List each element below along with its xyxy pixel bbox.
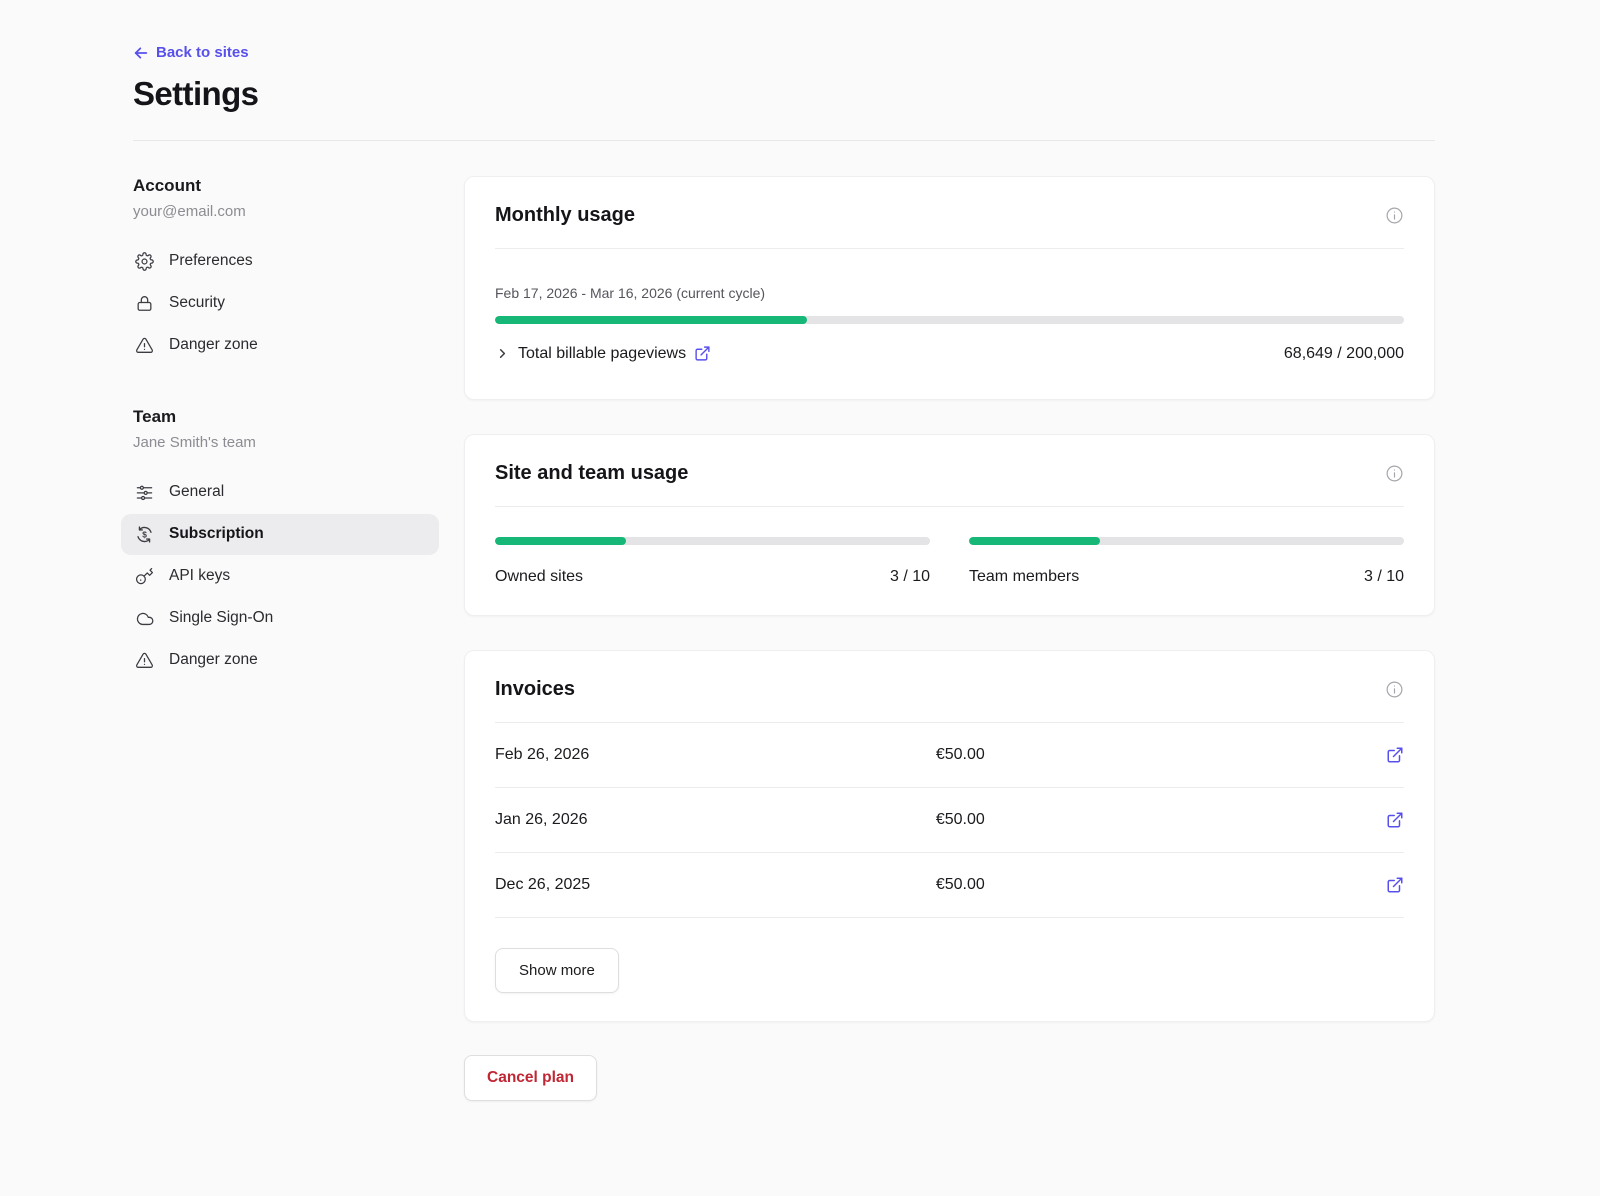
sidebar-item-label: Security xyxy=(169,294,225,312)
info-icon[interactable] xyxy=(1385,206,1404,225)
sliders-icon xyxy=(135,483,154,502)
pageviews-usage-value: 68,649 / 200,000 xyxy=(1284,345,1404,363)
show-more-button[interactable]: Show more xyxy=(495,948,619,993)
team-members-meter: Team members 3 / 10 xyxy=(969,537,1404,586)
invoice-row: Dec 26, 2025 €50.00 xyxy=(495,853,1404,918)
sidebar-item-preferences[interactable]: Preferences xyxy=(121,241,439,282)
team-section-heading: Team xyxy=(133,407,439,427)
lock-icon xyxy=(135,294,154,313)
team-members-progress-fill xyxy=(969,537,1100,545)
monthly-usage-title: Monthly usage xyxy=(495,204,635,227)
invoices-title: Invoices xyxy=(495,678,575,701)
sidebar-section-account: Account your@email.com Preferences Secur… xyxy=(133,176,439,366)
settings-page: Back to sites Settings Account your@emai… xyxy=(133,0,1435,1161)
invoice-date: Jan 26, 2026 xyxy=(495,808,936,832)
site-team-usage-title: Site and team usage xyxy=(495,462,688,485)
owned-sites-label: Owned sites xyxy=(495,568,583,586)
invoice-date: Dec 26, 2025 xyxy=(495,873,936,897)
page-title: Settings xyxy=(133,75,1435,113)
sidebar-item-account-danger-zone[interactable]: Danger zone xyxy=(121,325,439,366)
team-name: Jane Smith's team xyxy=(133,434,439,451)
sidebar-item-single-sign-on[interactable]: Single Sign-On xyxy=(121,598,439,639)
sidebar-section-team: Team Jane Smith's team General $ Subscri… xyxy=(133,407,439,681)
arrow-left-icon xyxy=(133,45,149,61)
key-icon xyxy=(135,567,154,586)
chevron-right-icon xyxy=(495,346,510,361)
account-nav: Preferences Security Danger zone xyxy=(121,241,439,366)
back-to-sites-link[interactable]: Back to sites xyxy=(133,44,249,61)
warning-triangle-icon xyxy=(135,336,154,355)
invoice-date: Feb 26, 2026 xyxy=(495,743,936,767)
billing-cycle-label: Feb 17, 2026 - Mar 16, 2026 (current cyc… xyxy=(495,285,1404,301)
sidebar-item-label: General xyxy=(169,483,224,501)
site-team-usage-card: Site and team usage Owned sites 3 / 10 xyxy=(464,434,1435,616)
team-members-label: Team members xyxy=(969,568,1079,586)
invoices-card: Invoices Feb 26, 2026 €50.00 Jan 26, 202… xyxy=(464,650,1435,1022)
owned-sites-value: 3 / 10 xyxy=(890,568,930,586)
info-icon[interactable] xyxy=(1385,464,1404,483)
settings-sidebar: Account your@email.com Preferences Secur… xyxy=(133,176,439,1101)
team-members-value: 3 / 10 xyxy=(1364,568,1404,586)
warning-triangle-icon xyxy=(135,651,154,670)
monthly-usage-card: Monthly usage Feb 17, 2026 - Mar 16, 202… xyxy=(464,176,1435,400)
gear-icon xyxy=(135,252,154,271)
sidebar-item-api-keys[interactable]: API keys xyxy=(121,556,439,597)
cloud-icon xyxy=(135,609,154,628)
owned-sites-meter: Owned sites 3 / 10 xyxy=(495,537,930,586)
back-link-label: Back to sites xyxy=(156,44,249,61)
sidebar-item-label: Danger zone xyxy=(169,336,258,354)
invoice-amount: €50.00 xyxy=(936,743,985,767)
owned-sites-progress-fill xyxy=(495,537,626,545)
invoice-external-link-icon[interactable] xyxy=(1386,876,1404,894)
external-link-icon[interactable] xyxy=(694,345,711,362)
owned-sites-progress-track xyxy=(495,537,930,545)
invoice-row: Feb 26, 2026 €50.00 xyxy=(495,723,1404,788)
sidebar-item-team-danger-zone[interactable]: Danger zone xyxy=(121,640,439,681)
team-members-progress-track xyxy=(969,537,1404,545)
settings-main: Monthly usage Feb 17, 2026 - Mar 16, 202… xyxy=(464,176,1435,1101)
team-nav: General $ Subscription API keys xyxy=(121,472,439,681)
sidebar-item-general[interactable]: General xyxy=(121,472,439,513)
sidebar-item-label: Preferences xyxy=(169,252,253,270)
sidebar-item-label: API keys xyxy=(169,567,230,585)
header-divider xyxy=(133,140,1435,141)
sidebar-item-label: Danger zone xyxy=(169,651,258,669)
pageviews-progress-fill xyxy=(495,316,807,324)
invoice-external-link-icon[interactable] xyxy=(1386,746,1404,764)
cancel-plan-button[interactable]: Cancel plan xyxy=(464,1055,597,1101)
invoice-row: Jan 26, 2026 €50.00 xyxy=(495,788,1404,853)
account-email: your@email.com xyxy=(133,203,439,220)
sidebar-item-security[interactable]: Security xyxy=(121,283,439,324)
info-icon[interactable] xyxy=(1385,680,1404,699)
total-billable-pageviews-toggle[interactable]: Total billable pageviews xyxy=(495,345,711,363)
sidebar-item-subscription[interactable]: $ Subscription xyxy=(121,514,439,555)
invoice-amount: €50.00 xyxy=(936,873,985,897)
sidebar-item-label: Single Sign-On xyxy=(169,609,273,627)
account-section-heading: Account xyxy=(133,176,439,196)
invoice-external-link-icon[interactable] xyxy=(1386,811,1404,829)
invoice-amount: €50.00 xyxy=(936,808,985,832)
svg-text:$: $ xyxy=(142,529,147,539)
pageviews-row-label: Total billable pageviews xyxy=(518,345,686,363)
subscription-cycle-dollar-icon: $ xyxy=(135,525,154,544)
sidebar-item-label: Subscription xyxy=(169,525,264,543)
pageviews-progress-track xyxy=(495,316,1404,324)
